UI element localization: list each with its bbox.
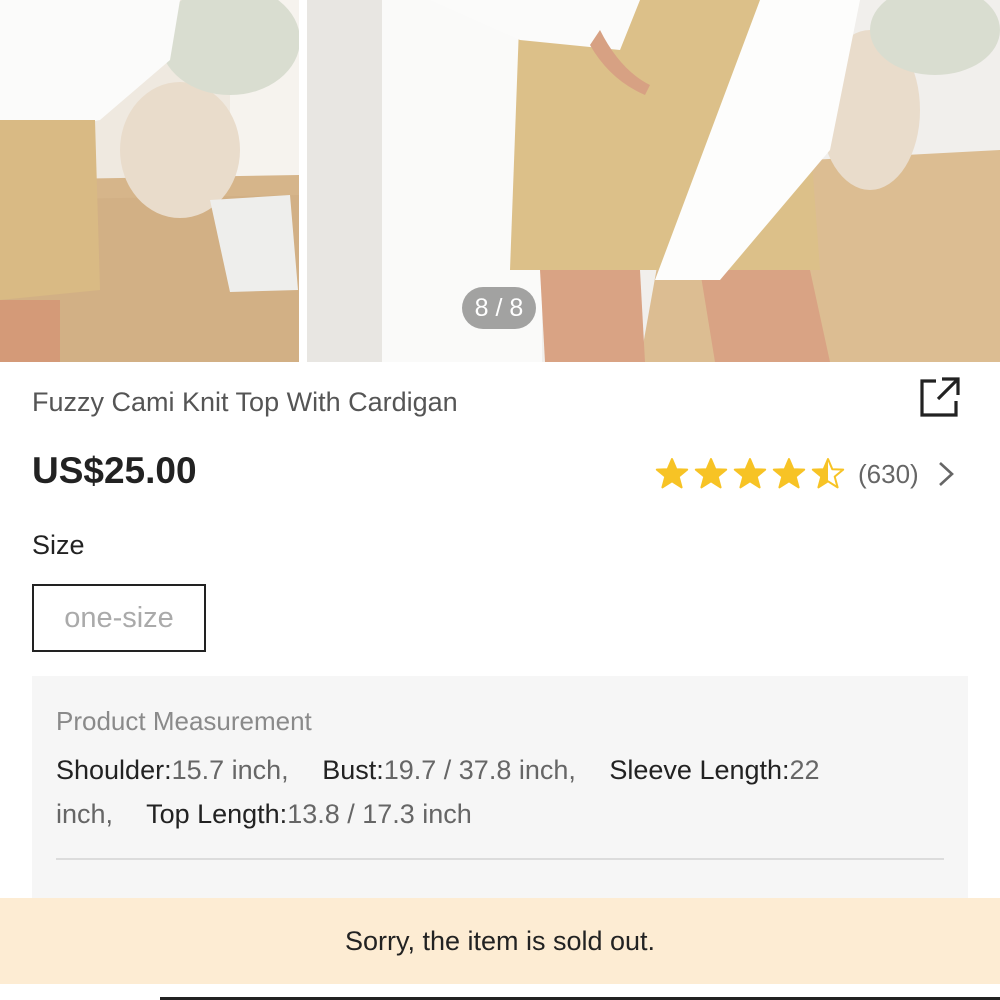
measurement-key: Shoulder: bbox=[56, 755, 172, 785]
measurement-value: 15.7 inch, bbox=[171, 755, 289, 785]
star-half-icon bbox=[811, 458, 845, 489]
product-image-gallery[interactable]: 8 / 8 bbox=[0, 0, 1000, 362]
review-count: (630) bbox=[858, 458, 919, 489]
product-price: US$25.00 bbox=[32, 450, 197, 491]
title-row: Fuzzy Cami Knit Top With Cardigan bbox=[32, 377, 968, 427]
star-full-icon bbox=[694, 458, 728, 489]
measurement-item: Shoulder:15.7 inch, bbox=[56, 755, 289, 785]
measurement-heading: Product Measurement bbox=[56, 706, 312, 736]
size-option-one-size[interactable]: one-size bbox=[32, 584, 206, 652]
measurement-item: Top Length:13.8 / 17.3 inch bbox=[146, 799, 472, 829]
measurement-key: Bust: bbox=[322, 755, 384, 785]
product-measurement-panel: Product Measurement Shoulder:15.7 inch, … bbox=[32, 676, 968, 916]
image-counter: 8 / 8 bbox=[462, 287, 536, 329]
measurement-list: Shoulder:15.7 inch, Bust:19.7 / 37.8 inc… bbox=[56, 748, 896, 836]
measurement-value: 13.8 / 17.3 inch bbox=[287, 799, 472, 829]
star-full-icon bbox=[655, 458, 689, 489]
measurement-key: Sleeve Length: bbox=[609, 755, 790, 785]
star-full-icon bbox=[772, 458, 806, 489]
measurement-value: 19.7 / 37.8 inch, bbox=[383, 755, 576, 785]
divider bbox=[56, 858, 944, 860]
star-full-icon bbox=[733, 458, 767, 489]
chevron-right-icon bbox=[938, 462, 954, 486]
rating-summary[interactable]: (630) bbox=[655, 452, 957, 496]
measurement-item: Bust:19.7 / 37.8 inch, bbox=[322, 755, 576, 785]
measurement-key: Top Length: bbox=[146, 799, 288, 829]
share-external-icon[interactable] bbox=[918, 375, 962, 419]
size-label: Size bbox=[32, 530, 85, 560]
sold-out-banner: Sorry, the item is sold out. bbox=[0, 898, 1000, 984]
product-title: Fuzzy Cami Knit Top With Cardigan bbox=[32, 387, 458, 417]
rating-stars bbox=[655, 457, 850, 491]
